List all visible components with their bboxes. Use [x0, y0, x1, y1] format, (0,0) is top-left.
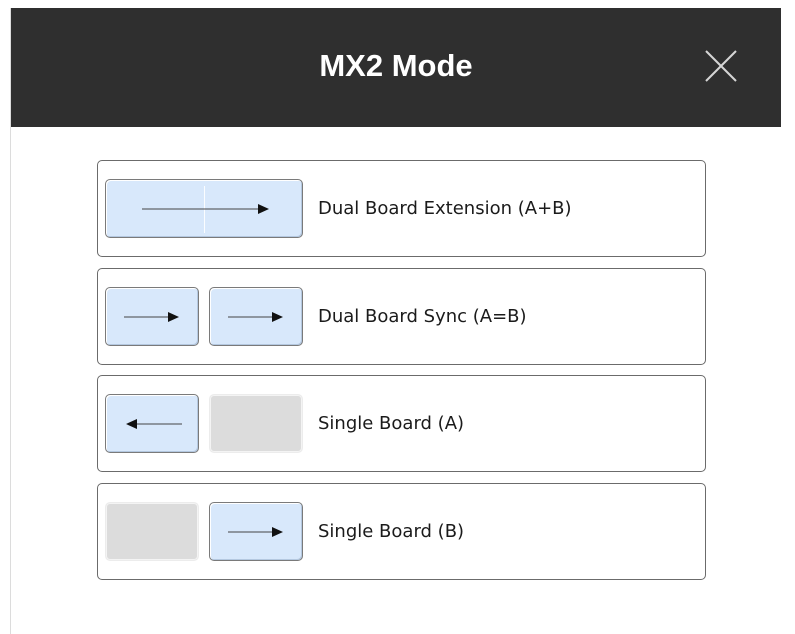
- title-bar: MX2 Mode: [11, 8, 781, 127]
- close-icon: [705, 50, 737, 82]
- option-label: Dual Board Extension (A+B): [318, 198, 572, 219]
- option-label: Dual Board Sync (A=B): [318, 306, 527, 327]
- board-a-plus-b-extended: [105, 179, 303, 238]
- left-arrow-icon: [126, 419, 182, 429]
- board-b-inactive: [209, 394, 303, 453]
- mx2-mode-dialog: MX2 Mode Dual Board Extension (A+B) Dual…: [10, 8, 781, 634]
- option-dual-board-extension[interactable]: Dual Board Extension (A+B): [97, 160, 706, 257]
- board-b: [209, 287, 303, 346]
- right-arrow-icon: [228, 312, 283, 322]
- right-arrow-icon: [124, 312, 179, 322]
- option-label: Single Board (B): [318, 521, 465, 542]
- board-a-inactive: [105, 502, 199, 561]
- option-single-board-b[interactable]: Single Board (B): [97, 483, 706, 580]
- board-b: [209, 502, 303, 561]
- option-single-board-a[interactable]: Single Board (A): [97, 375, 706, 472]
- close-button[interactable]: [701, 46, 741, 86]
- right-arrow-icon: [142, 204, 269, 214]
- board-a: [105, 287, 199, 346]
- right-arrow-icon: [228, 527, 283, 537]
- option-label: Single Board (A): [318, 413, 465, 434]
- board-a: [105, 394, 199, 453]
- dialog-title: MX2 Mode: [319, 48, 473, 83]
- option-dual-board-sync[interactable]: Dual Board Sync (A=B): [97, 268, 706, 365]
